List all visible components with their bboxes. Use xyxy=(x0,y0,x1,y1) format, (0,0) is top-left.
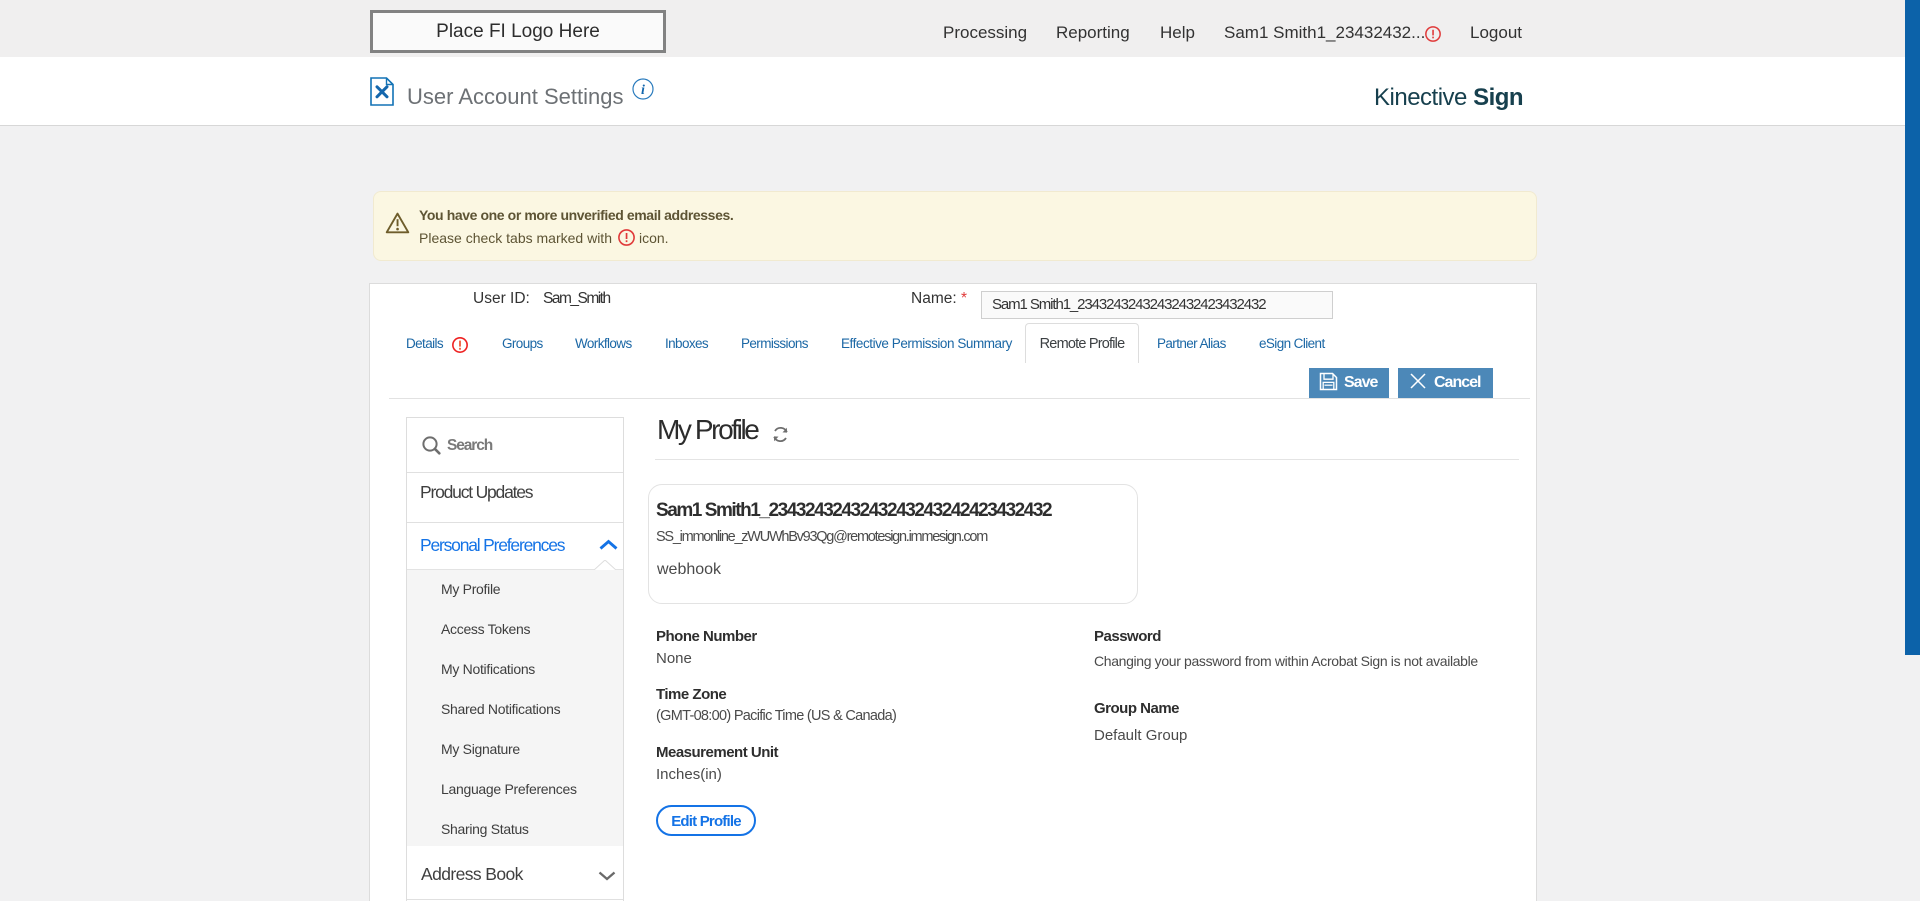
svg-text:i: i xyxy=(641,83,645,98)
